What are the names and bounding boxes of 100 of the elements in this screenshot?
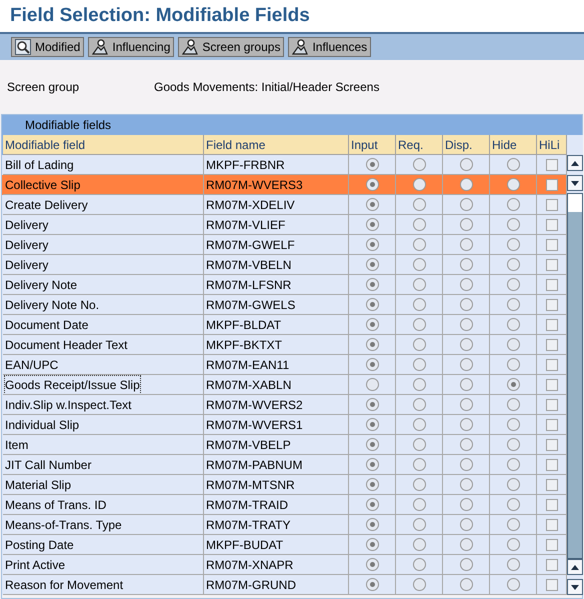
table-row[interactable]: EAN/UPC RM07M-EAN11 <box>2 355 567 375</box>
radio-button[interactable] <box>506 478 520 491</box>
checkbox[interactable] <box>546 378 558 390</box>
radio-button[interactable] <box>366 438 378 451</box>
table-row[interactable]: Goods Receipt/Issue Slip RM07M-XABLN <box>2 375 567 395</box>
table-row[interactable]: JIT Call Number RM07M-PABNUM <box>2 455 567 475</box>
checkbox[interactable] <box>546 538 558 550</box>
checkbox[interactable] <box>546 178 558 190</box>
checkbox[interactable] <box>546 438 558 450</box>
radio-button[interactable] <box>460 358 472 371</box>
radio-button[interactable] <box>366 558 378 571</box>
radio-button[interactable] <box>506 198 520 211</box>
toolbar-button[interactable]: Influences <box>288 37 372 57</box>
radio-button[interactable] <box>366 278 378 291</box>
radio-button[interactable] <box>506 358 520 371</box>
radio-button[interactable] <box>460 338 472 351</box>
radio-button[interactable] <box>506 298 520 311</box>
toolbar-button[interactable]: Influencing <box>88 37 174 57</box>
checkbox[interactable] <box>546 218 558 230</box>
table-row[interactable]: Bill of Lading MKPF-FRBNR <box>2 155 567 175</box>
radio-button[interactable] <box>366 358 378 371</box>
checkbox[interactable] <box>546 278 558 290</box>
radio-button[interactable] <box>460 438 472 451</box>
checkbox[interactable] <box>546 578 558 590</box>
radio-button[interactable] <box>366 258 378 271</box>
radio-button[interactable] <box>506 178 520 191</box>
toolbar-button[interactable]: Modified <box>11 37 84 57</box>
table-row[interactable]: Indiv.Slip w.Inspect.Text RM07M-WVERS2 <box>2 395 567 415</box>
table-row[interactable]: Means-of-Trans. Type RM07M-TRATY <box>2 515 567 535</box>
checkbox[interactable] <box>546 458 558 470</box>
radio-button[interactable] <box>412 198 426 211</box>
radio-button[interactable] <box>412 218 426 231</box>
checkbox[interactable] <box>546 398 558 410</box>
radio-button[interactable] <box>506 338 520 351</box>
radio-button[interactable] <box>506 418 520 431</box>
radio-button[interactable] <box>460 238 472 251</box>
radio-button[interactable] <box>366 158 378 171</box>
checkbox[interactable] <box>546 258 558 270</box>
radio-button[interactable] <box>460 538 472 551</box>
radio-button[interactable] <box>460 218 472 231</box>
radio-button[interactable] <box>366 338 378 351</box>
radio-button[interactable] <box>460 318 472 331</box>
checkbox[interactable] <box>546 338 558 350</box>
column-header[interactable]: HiLi <box>537 135 567 155</box>
scroll-up-button[interactable] <box>567 155 583 171</box>
radio-button[interactable] <box>412 518 426 531</box>
radio-button[interactable] <box>366 198 378 211</box>
radio-button[interactable] <box>506 518 520 531</box>
radio-button[interactable] <box>412 178 426 191</box>
radio-button[interactable] <box>506 258 520 271</box>
checkbox[interactable] <box>546 198 558 210</box>
radio-button[interactable] <box>506 318 520 331</box>
radio-button[interactable] <box>412 258 426 271</box>
radio-button[interactable] <box>506 278 520 291</box>
checkbox[interactable] <box>546 298 558 310</box>
table-row[interactable]: Print Active RM07M-XNAPR <box>2 555 567 575</box>
radio-button[interactable] <box>412 478 426 491</box>
radio-button[interactable] <box>506 398 520 411</box>
radio-button[interactable] <box>366 218 378 231</box>
table-row[interactable]: Item RM07M-VBELP <box>2 435 567 455</box>
radio-button[interactable] <box>366 318 378 331</box>
checkbox[interactable] <box>546 158 558 170</box>
radio-button[interactable] <box>366 458 378 471</box>
radio-button[interactable] <box>412 578 426 591</box>
table-row[interactable]: Delivery RM07M-VLIEF <box>2 215 567 235</box>
table-row[interactable]: Document Header Text MKPF-BKTXT <box>2 335 567 355</box>
radio-button[interactable] <box>366 418 378 431</box>
radio-button[interactable] <box>412 418 426 431</box>
table-row[interactable]: Delivery Note RM07M-LFSNR <box>2 275 567 295</box>
radio-button[interactable] <box>366 378 378 391</box>
radio-button[interactable] <box>412 538 426 551</box>
table-row[interactable]: Material Slip RM07M-MTSNR <box>2 475 567 495</box>
radio-button[interactable] <box>460 478 472 491</box>
column-header[interactable]: Modifiable field <box>3 135 204 155</box>
radio-button[interactable] <box>460 578 472 591</box>
radio-button[interactable] <box>460 458 472 471</box>
radio-button[interactable] <box>460 198 472 211</box>
radio-button[interactable] <box>506 218 520 231</box>
radio-button[interactable] <box>460 158 472 171</box>
column-header[interactable]: Field name <box>204 135 349 155</box>
radio-button[interactable] <box>460 558 472 571</box>
checkbox[interactable] <box>546 238 558 250</box>
radio-button[interactable] <box>506 238 520 251</box>
table-row[interactable]: Posting Date MKPF-BUDAT <box>2 535 567 555</box>
checkbox[interactable] <box>546 418 558 430</box>
radio-button[interactable] <box>366 298 378 311</box>
radio-button[interactable] <box>506 378 520 391</box>
radio-button[interactable] <box>460 178 472 191</box>
table-row[interactable]: Individual Slip RM07M-WVERS1 <box>2 415 567 435</box>
column-header[interactable]: Disp. <box>443 135 490 155</box>
column-header[interactable]: Input <box>349 135 396 155</box>
checkbox[interactable] <box>546 358 558 370</box>
radio-button[interactable] <box>460 298 472 311</box>
table-row[interactable]: Delivery RM07M-VBELN <box>2 255 567 275</box>
radio-button[interactable] <box>412 498 426 511</box>
table-row[interactable]: Collective Slip RM07M-WVERS3 <box>2 175 567 195</box>
checkbox[interactable] <box>546 498 558 510</box>
radio-button[interactable] <box>506 578 520 591</box>
radio-button[interactable] <box>506 498 520 511</box>
radio-button[interactable] <box>412 298 426 311</box>
